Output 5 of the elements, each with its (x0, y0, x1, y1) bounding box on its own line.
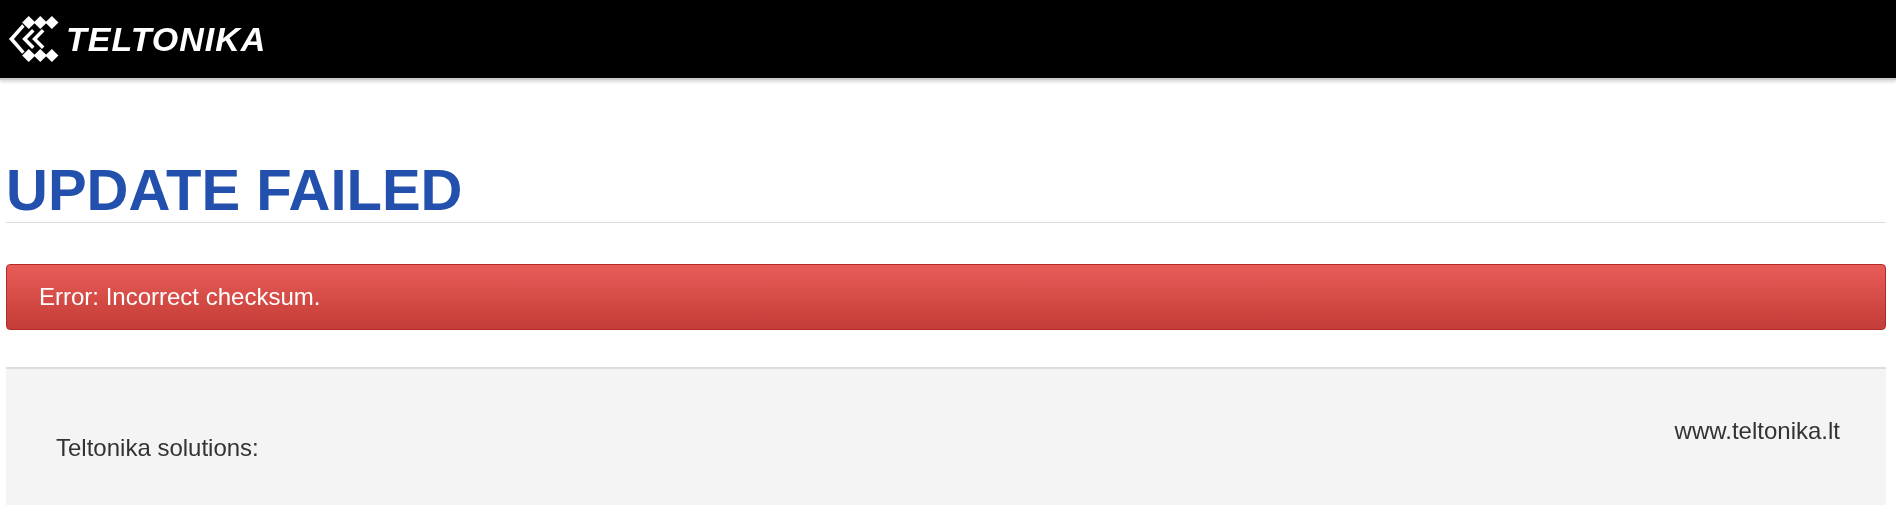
logo-text: TELTONIKA (66, 19, 267, 59)
page-title: UPDATE FAILED (6, 160, 1886, 223)
website-link[interactable]: www.teltonika.lt (1674, 417, 1840, 445)
footer-label: Teltonika solutions: (56, 434, 259, 462)
alert-message: Error: Incorrect checksum. (39, 283, 321, 311)
